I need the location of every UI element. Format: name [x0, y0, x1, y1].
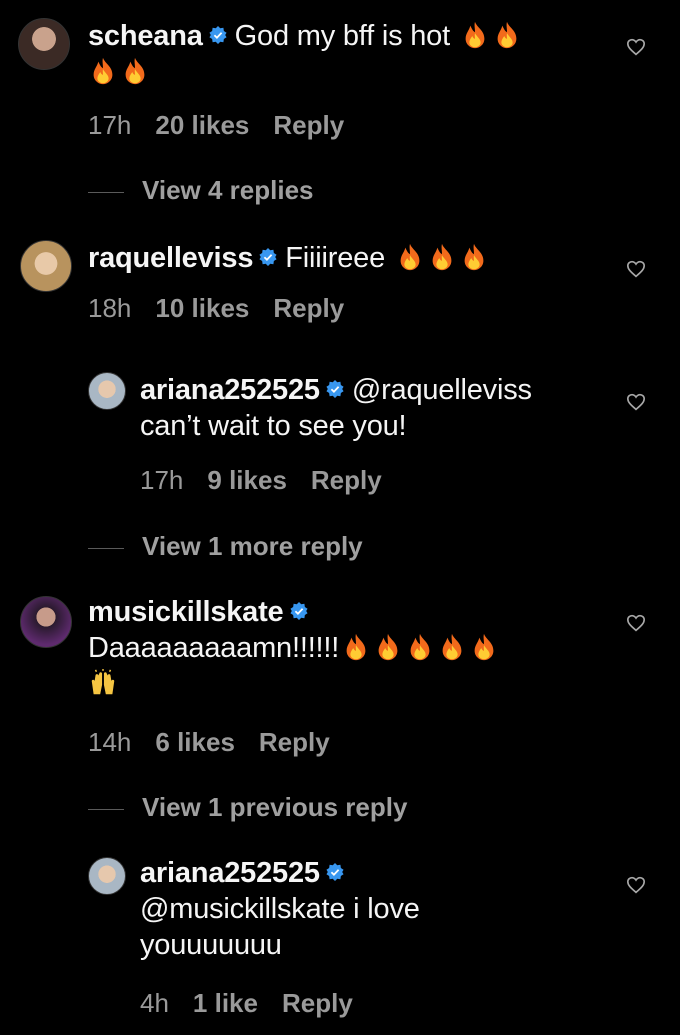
timestamp: 4h	[140, 988, 169, 1018]
username[interactable]: scheana	[88, 20, 203, 52]
verified-icon	[259, 248, 277, 266]
fire-icon	[437, 632, 467, 662]
likes-count[interactable]: 6 likes	[155, 727, 235, 757]
comment-body: @musickillskate i love	[140, 893, 420, 925]
fire-icon	[395, 242, 425, 272]
heart-icon[interactable]	[626, 614, 646, 632]
comment-meta: 17h 9 likes Reply	[140, 465, 406, 496]
fire-icon	[469, 632, 499, 662]
verified-icon	[290, 602, 308, 620]
comment-meta: 18h 10 likes Reply	[88, 293, 368, 324]
divider	[88, 547, 124, 549]
timestamp: 14h	[88, 727, 132, 757]
likes-count[interactable]: 1 like	[193, 988, 258, 1018]
heart-icon[interactable]	[626, 260, 646, 278]
mention[interactable]: @raquelleviss	[352, 374, 532, 406]
username[interactable]: ariana252525	[140, 374, 320, 406]
comment-meta: 17h 20 likes Reply	[88, 110, 368, 141]
avatar[interactable]	[88, 857, 126, 895]
divider	[88, 808, 124, 810]
fire-icon	[492, 20, 522, 50]
verified-icon	[326, 380, 344, 398]
view-replies-label: View 1 previous reply	[142, 792, 408, 822]
username[interactable]: raquelleviss	[88, 242, 253, 274]
avatar[interactable]	[88, 372, 126, 410]
timestamp: 18h	[88, 293, 132, 323]
verified-icon	[209, 26, 227, 44]
heart-icon[interactable]	[626, 876, 646, 894]
comment-text: ariana252525 @musickillskate i love youu…	[140, 855, 610, 963]
comment-text: musickillskate Daaaaaaaaamn!!!!!!	[88, 594, 608, 702]
verified-icon	[326, 863, 344, 881]
timestamp: 17h	[140, 465, 184, 495]
reply-button[interactable]: Reply	[259, 727, 330, 757]
comment-text: scheana God my bff is hot	[88, 18, 588, 90]
comment-text: raquelleviss Fiiiireee	[88, 240, 608, 276]
likes-count[interactable]: 10 likes	[155, 293, 249, 323]
avatar[interactable]	[20, 596, 72, 648]
view-replies-label: View 4 replies	[142, 175, 314, 205]
comment-body: can’t wait to see you!	[140, 410, 407, 442]
comment-body: Fiiiireee	[285, 242, 385, 274]
username[interactable]: ariana252525	[140, 857, 320, 889]
fire-icon	[88, 56, 118, 86]
view-replies-button[interactable]: View 1 previous reply	[88, 792, 407, 823]
view-replies-label: View 1 more reply	[142, 531, 363, 561]
timestamp: 17h	[88, 110, 132, 140]
fire-icon	[427, 242, 457, 272]
comment-text: ariana252525 @raquelleviss can’t wait to …	[140, 372, 610, 444]
fire-icon	[341, 632, 371, 662]
comment-meta: 4h 1 like Reply	[140, 988, 377, 1019]
heart-icon[interactable]	[626, 393, 646, 411]
raised-hands-icon	[88, 668, 118, 698]
reply-button[interactable]: Reply	[311, 465, 382, 495]
fire-icon	[405, 632, 435, 662]
likes-count[interactable]: 9 likes	[207, 465, 287, 495]
comment-body: God my bff is hot	[234, 20, 450, 52]
fire-icon	[459, 242, 489, 272]
reply-button[interactable]: Reply	[282, 988, 353, 1018]
username[interactable]: musickillskate	[88, 596, 284, 628]
avatar[interactable]	[18, 18, 70, 70]
reply-button[interactable]: Reply	[273, 110, 344, 140]
comment-body: Daaaaaaaaamn!!!!!!	[88, 632, 340, 664]
avatar[interactable]	[20, 240, 72, 292]
fire-icon	[120, 56, 150, 86]
fire-icon	[373, 632, 403, 662]
comment-meta: 14h 6 likes Reply	[88, 727, 354, 758]
likes-count[interactable]: 20 likes	[155, 110, 249, 140]
divider	[88, 191, 124, 193]
view-replies-button[interactable]: View 4 replies	[88, 175, 314, 206]
reply-button[interactable]: Reply	[273, 293, 344, 323]
heart-icon[interactable]	[626, 38, 646, 56]
comment-body-continued: youuuuuuu	[140, 929, 282, 961]
view-replies-button[interactable]: View 1 more reply	[88, 531, 363, 562]
fire-icon	[460, 20, 490, 50]
